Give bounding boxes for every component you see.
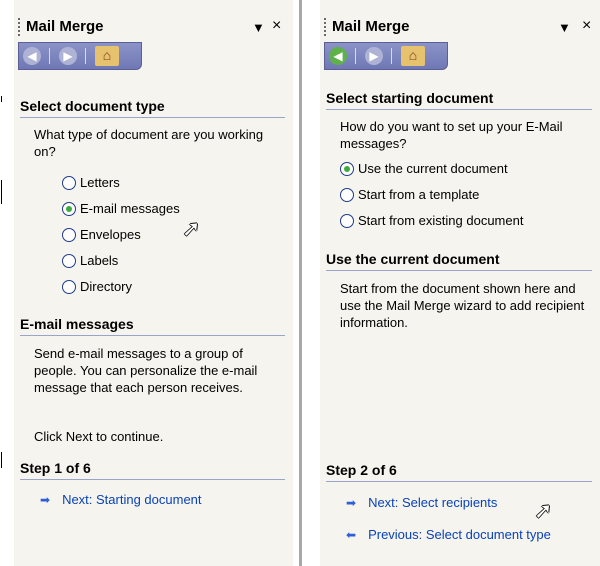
toolbar-separator	[391, 48, 392, 64]
section-divider	[20, 479, 285, 480]
radio-circle[interactable]	[62, 253, 76, 268]
close-icon[interactable]: ×	[272, 17, 281, 35]
close-icon[interactable]: ×	[582, 17, 591, 35]
mouse-cursor-icon: ➚	[534, 498, 553, 523]
pane-titlebar: Mail Merge ▼ ×	[14, 14, 293, 38]
link-text[interactable]: Previous: Select document type	[368, 527, 551, 542]
drag-grip[interactable]	[324, 18, 326, 36]
question-text: How do you want to set up your E-Mail me…	[340, 119, 563, 151]
previous-link[interactable]: ⬅ Previous: Select document type	[346, 527, 551, 542]
radio-circle-checked[interactable]	[340, 161, 354, 176]
back-arrow-icon[interactable]: ◀	[329, 47, 347, 65]
right-arrow-icon: ➡	[346, 495, 357, 510]
back-arrow-icon[interactable]: ◀	[23, 47, 41, 65]
next-link[interactable]: ➡ Next: Starting document	[40, 492, 202, 507]
toolbar-separator	[85, 48, 86, 64]
section-divider	[326, 109, 592, 110]
radio-label: Directory	[80, 279, 133, 294]
radio-label: Start from a template	[358, 187, 480, 202]
section-divider	[20, 117, 285, 118]
radio-envelopes[interactable]: Envelopes	[62, 227, 141, 242]
radio-circle[interactable]	[62, 279, 76, 294]
link-text[interactable]: Next: Select recipients	[368, 495, 497, 510]
link-text[interactable]: Next: Starting document	[62, 492, 201, 507]
next-link[interactable]: ➡ Next: Select recipients	[346, 495, 497, 510]
radio-label: Use the current document	[358, 161, 508, 176]
radio-label: Letters	[80, 175, 120, 190]
radio-labels[interactable]: Labels	[62, 253, 118, 268]
pane-titlebar: Mail Merge ▼ ×	[320, 14, 600, 38]
radio-circle-checked[interactable]	[62, 201, 76, 216]
radio-label: Envelopes	[80, 227, 141, 242]
radio-letters[interactable]: Letters	[62, 175, 120, 190]
description-text: Start from the document shown here and u…	[340, 281, 585, 330]
forward-arrow-icon[interactable]: ▶	[365, 47, 383, 65]
nav-toolbar: ◀ ▶ ⌂	[324, 42, 448, 70]
section-heading: Select document type	[20, 98, 165, 114]
home-icon[interactable]: ⌂	[95, 46, 119, 66]
radio-circle[interactable]	[340, 213, 354, 228]
drag-grip[interactable]	[18, 18, 20, 36]
toolbar-separator	[355, 48, 356, 64]
step-label: Step 2 of 6	[326, 462, 397, 478]
mail-merge-pane-step1: Mail Merge ▼ × ◀ ▶ ⌂ Select document typ…	[14, 0, 293, 566]
mouse-cursor-icon: ➚	[182, 216, 201, 241]
radio-email-messages[interactable]: E-mail messages	[62, 201, 180, 216]
image-divider	[299, 0, 302, 566]
left-window-edge	[0, 0, 3, 566]
description-text: Send e-mail messages to a group of peopl…	[34, 346, 258, 395]
section-divider	[326, 270, 592, 271]
section-heading: Select starting document	[326, 90, 494, 106]
radio-directory[interactable]: Directory	[62, 279, 132, 294]
dropdown-arrow-icon[interactable]: ▼	[558, 20, 571, 35]
pane-title: Mail Merge	[332, 18, 410, 35]
forward-arrow-icon[interactable]: ▶	[59, 47, 77, 65]
section-divider	[20, 335, 285, 336]
toolbar-separator	[49, 48, 50, 64]
home-icon[interactable]: ⌂	[401, 46, 425, 66]
right-arrow-icon: ➡	[40, 492, 51, 507]
section-heading: Use the current document	[326, 251, 500, 267]
radio-label: Labels	[80, 253, 119, 268]
radio-start-from-template[interactable]: Start from a template	[340, 187, 479, 202]
dropdown-arrow-icon[interactable]: ▼	[252, 20, 265, 35]
instruction-text: Click Next to continue.	[34, 429, 164, 444]
section-divider	[326, 481, 592, 482]
question-text: What type of document are you working on…	[34, 127, 264, 159]
radio-label: Start from existing document	[358, 213, 524, 228]
radio-circle[interactable]	[340, 187, 354, 202]
pane-title: Mail Merge	[26, 18, 104, 35]
radio-circle[interactable]	[62, 227, 76, 242]
step-label: Step 1 of 6	[20, 460, 91, 476]
radio-label: E-mail messages	[80, 201, 180, 216]
left-arrow-icon: ⬅	[346, 527, 357, 542]
mail-merge-pane-step2: Mail Merge ▼ × ◀ ▶ ⌂ Select starting doc…	[320, 0, 600, 566]
radio-start-from-existing[interactable]: Start from existing document	[340, 213, 523, 228]
radio-circle[interactable]	[62, 175, 76, 190]
radio-use-current-document[interactable]: Use the current document	[340, 161, 508, 176]
nav-toolbar: ◀ ▶ ⌂	[18, 42, 142, 70]
section-heading: E-mail messages	[20, 316, 134, 332]
